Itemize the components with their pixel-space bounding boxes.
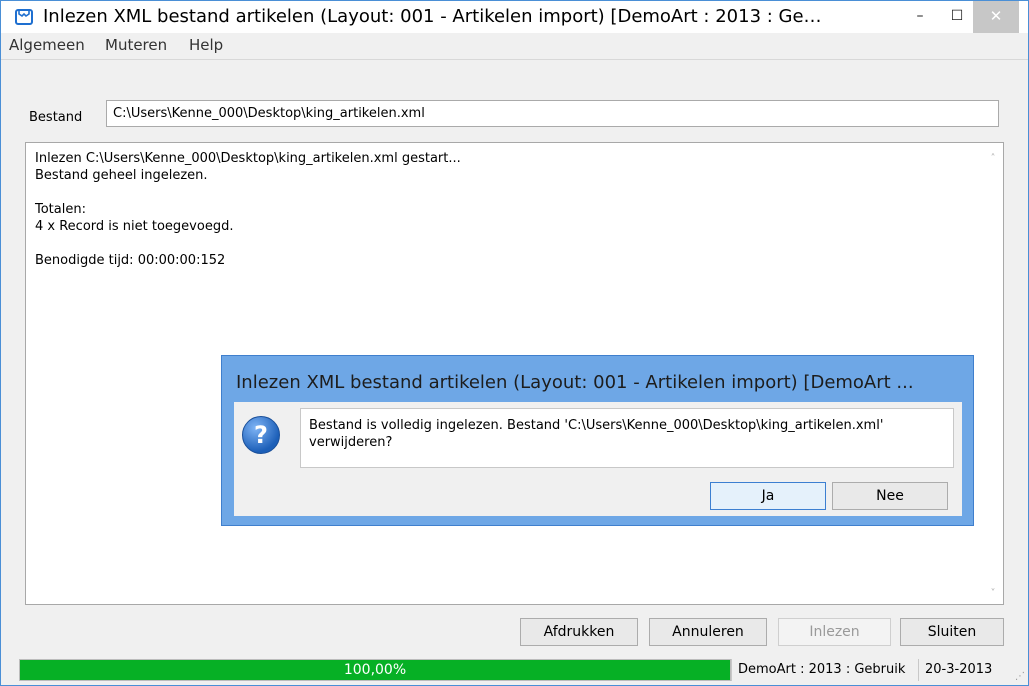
app-icon xyxy=(15,9,33,25)
scroll-down-icon[interactable]: ˅ xyxy=(987,588,999,600)
minimize-button[interactable]: – xyxy=(906,1,934,33)
no-button[interactable]: Nee xyxy=(832,482,948,510)
progress-text: 100,00% xyxy=(343,662,407,678)
dialog-message-box: Bestand is volledig ingelezen. Bestand '… xyxy=(300,408,954,468)
maximize-button[interactable]: ☐ xyxy=(943,1,971,33)
scroll-up-icon[interactable]: ˄ xyxy=(987,153,999,165)
menu-algemeen[interactable]: Algemeen xyxy=(9,36,85,54)
log-line: Inlezen C:\Users\Kenne_000\Desktop\king_… xyxy=(35,151,461,166)
import-button[interactable]: Inlezen xyxy=(778,618,891,646)
log-line: Bestand geheel ingelezen. xyxy=(35,168,208,183)
log-line: 4 x Record is niet toegevoegd. xyxy=(35,219,234,234)
dialog-message: Bestand is volledig ingelezen. Bestand '… xyxy=(309,418,884,450)
file-path-input[interactable] xyxy=(106,100,999,127)
progress-bar: 100,00% xyxy=(19,659,731,681)
log-line: Totalen: xyxy=(35,202,86,217)
confirm-dialog: Inlezen XML bestand artikelen (Layout: 0… xyxy=(221,355,974,526)
main-window: Inlezen XML bestand artikelen (Layout: 0… xyxy=(0,0,1029,686)
window-title: Inlezen XML bestand artikelen (Layout: 0… xyxy=(43,6,822,27)
question-icon: ? xyxy=(242,416,280,454)
cancel-button[interactable]: Annuleren xyxy=(649,618,767,646)
yes-button[interactable]: Ja xyxy=(710,482,826,510)
resize-grip-icon[interactable]: ⋰ xyxy=(1015,671,1025,682)
dialog-body: ? Bestand is volledig ingelezen. Bestand… xyxy=(234,402,962,516)
log-line: Benodigde tijd: 00:00:00:152 xyxy=(35,253,226,268)
menu-help[interactable]: Help xyxy=(189,36,223,54)
dialog-title: Inlezen XML bestand artikelen (Layout: 0… xyxy=(236,372,914,393)
menu-bar: Algemeen Muteren Help xyxy=(1,33,1028,60)
close-window-button[interactable]: ✕ xyxy=(973,1,1019,33)
title-bar[interactable]: Inlezen XML bestand artikelen (Layout: 0… xyxy=(1,1,1028,33)
file-label: Bestand xyxy=(29,110,83,125)
close-button[interactable]: Sluiten xyxy=(900,618,1004,646)
status-date: 20-3-2013 xyxy=(918,659,992,681)
status-bar: 100,00% DemoArt : 2013 : Gebruik 20-3-20… xyxy=(1,656,1028,685)
menu-muteren[interactable]: Muteren xyxy=(105,36,167,54)
status-context: DemoArt : 2013 : Gebruik xyxy=(731,659,905,681)
print-button[interactable]: Afdrukken xyxy=(520,618,638,646)
